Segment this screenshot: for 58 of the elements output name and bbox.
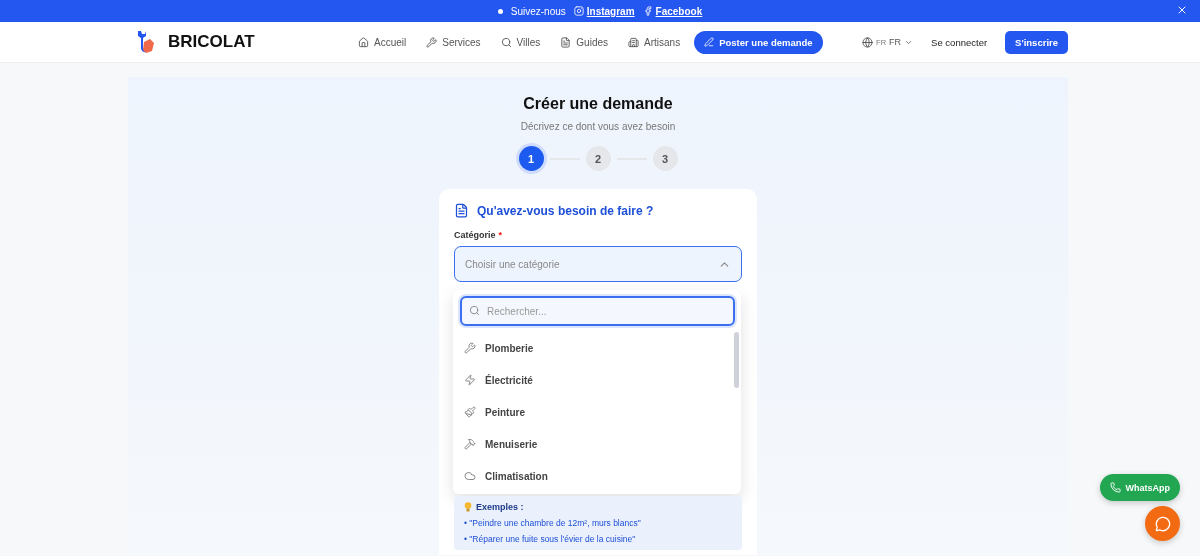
step-indicator: 1	[518, 146, 544, 171]
nav-link[interactable]: Services	[420, 36, 487, 48]
wrench-icon	[464, 342, 476, 354]
brand-name: BRICOLAT	[168, 32, 255, 52]
example-text: • "Peindre une chambre de 12m², murs blancs"	[464, 518, 642, 528]
pen-icon	[704, 37, 715, 47]
option-label: Peinture	[485, 406, 525, 418]
login-link[interactable]: Se connecter	[931, 36, 988, 48]
step-indicator: 2	[585, 146, 611, 171]
facebook-icon	[642, 6, 653, 16]
cloud-icon	[464, 470, 476, 482]
example-text: • "Réparer une fuite sous l'évier de la cuisine"	[464, 534, 637, 544]
wrench-icon	[426, 36, 438, 48]
social-link[interactable]: Instagram	[573, 5, 635, 17]
paintbrush-icon	[464, 406, 476, 418]
document-icon	[454, 203, 469, 218]
chat-button[interactable]	[1145, 506, 1180, 541]
nav-link[interactable]: Villes	[494, 36, 547, 48]
examples-title: Exemples :	[476, 502, 524, 512]
chat-bubble-icon	[1154, 515, 1171, 532]
category-option[interactable]: Plomberie	[453, 332, 734, 364]
social-link[interactable]: Facebook	[642, 5, 703, 17]
language-label: FR	[889, 37, 902, 47]
category-option[interactable]: Peinture	[453, 396, 734, 428]
category-option[interactable]: Climatisation	[453, 460, 734, 492]
phone-icon	[1109, 482, 1121, 493]
post-request-button[interactable]: Poster une demande	[694, 30, 823, 54]
required-mark: *	[498, 230, 503, 240]
category-option[interactable]: Électricité	[453, 364, 734, 396]
search-field[interactable]: Rechercher...	[460, 296, 735, 326]
follow-text: Suivez-nous	[510, 5, 566, 17]
close-button[interactable]	[1176, 4, 1188, 16]
bullet-dot	[497, 8, 503, 14]
nav-link[interactable]: Accueil	[352, 36, 413, 48]
building-icon	[628, 36, 639, 48]
hammer-icon	[464, 438, 476, 450]
camera-icon	[573, 6, 584, 16]
globe-icon	[862, 36, 874, 48]
page-title: Créer une demande	[523, 95, 673, 113]
search-icon	[469, 305, 480, 316]
document-icon	[560, 36, 572, 48]
lightning-icon	[464, 374, 476, 386]
step-indicator: 3	[652, 146, 678, 171]
nav-link[interactable]: Artisans	[622, 36, 687, 48]
option-label: Électricité	[485, 374, 533, 386]
nav-link[interactable]: Guides	[554, 36, 614, 48]
option-label: Plomberie	[485, 342, 534, 354]
field-label: Catégorie	[454, 230, 496, 240]
search-icon	[500, 36, 512, 48]
signup-button[interactable]: S'inscrire	[1005, 30, 1068, 54]
card-heading: Qu'avez-vous besoin de faire ?	[477, 203, 654, 218]
close-icon	[1176, 4, 1188, 16]
home-icon	[358, 36, 369, 48]
option-label: Menuiserie	[485, 438, 538, 450]
option-label: Climatisation	[485, 470, 548, 482]
category-option[interactable]: Menuiserie	[453, 428, 734, 460]
lightbulb-icon	[464, 502, 472, 512]
page-subtitle: Décrivez ce dont vous avez besoin	[520, 121, 676, 132]
